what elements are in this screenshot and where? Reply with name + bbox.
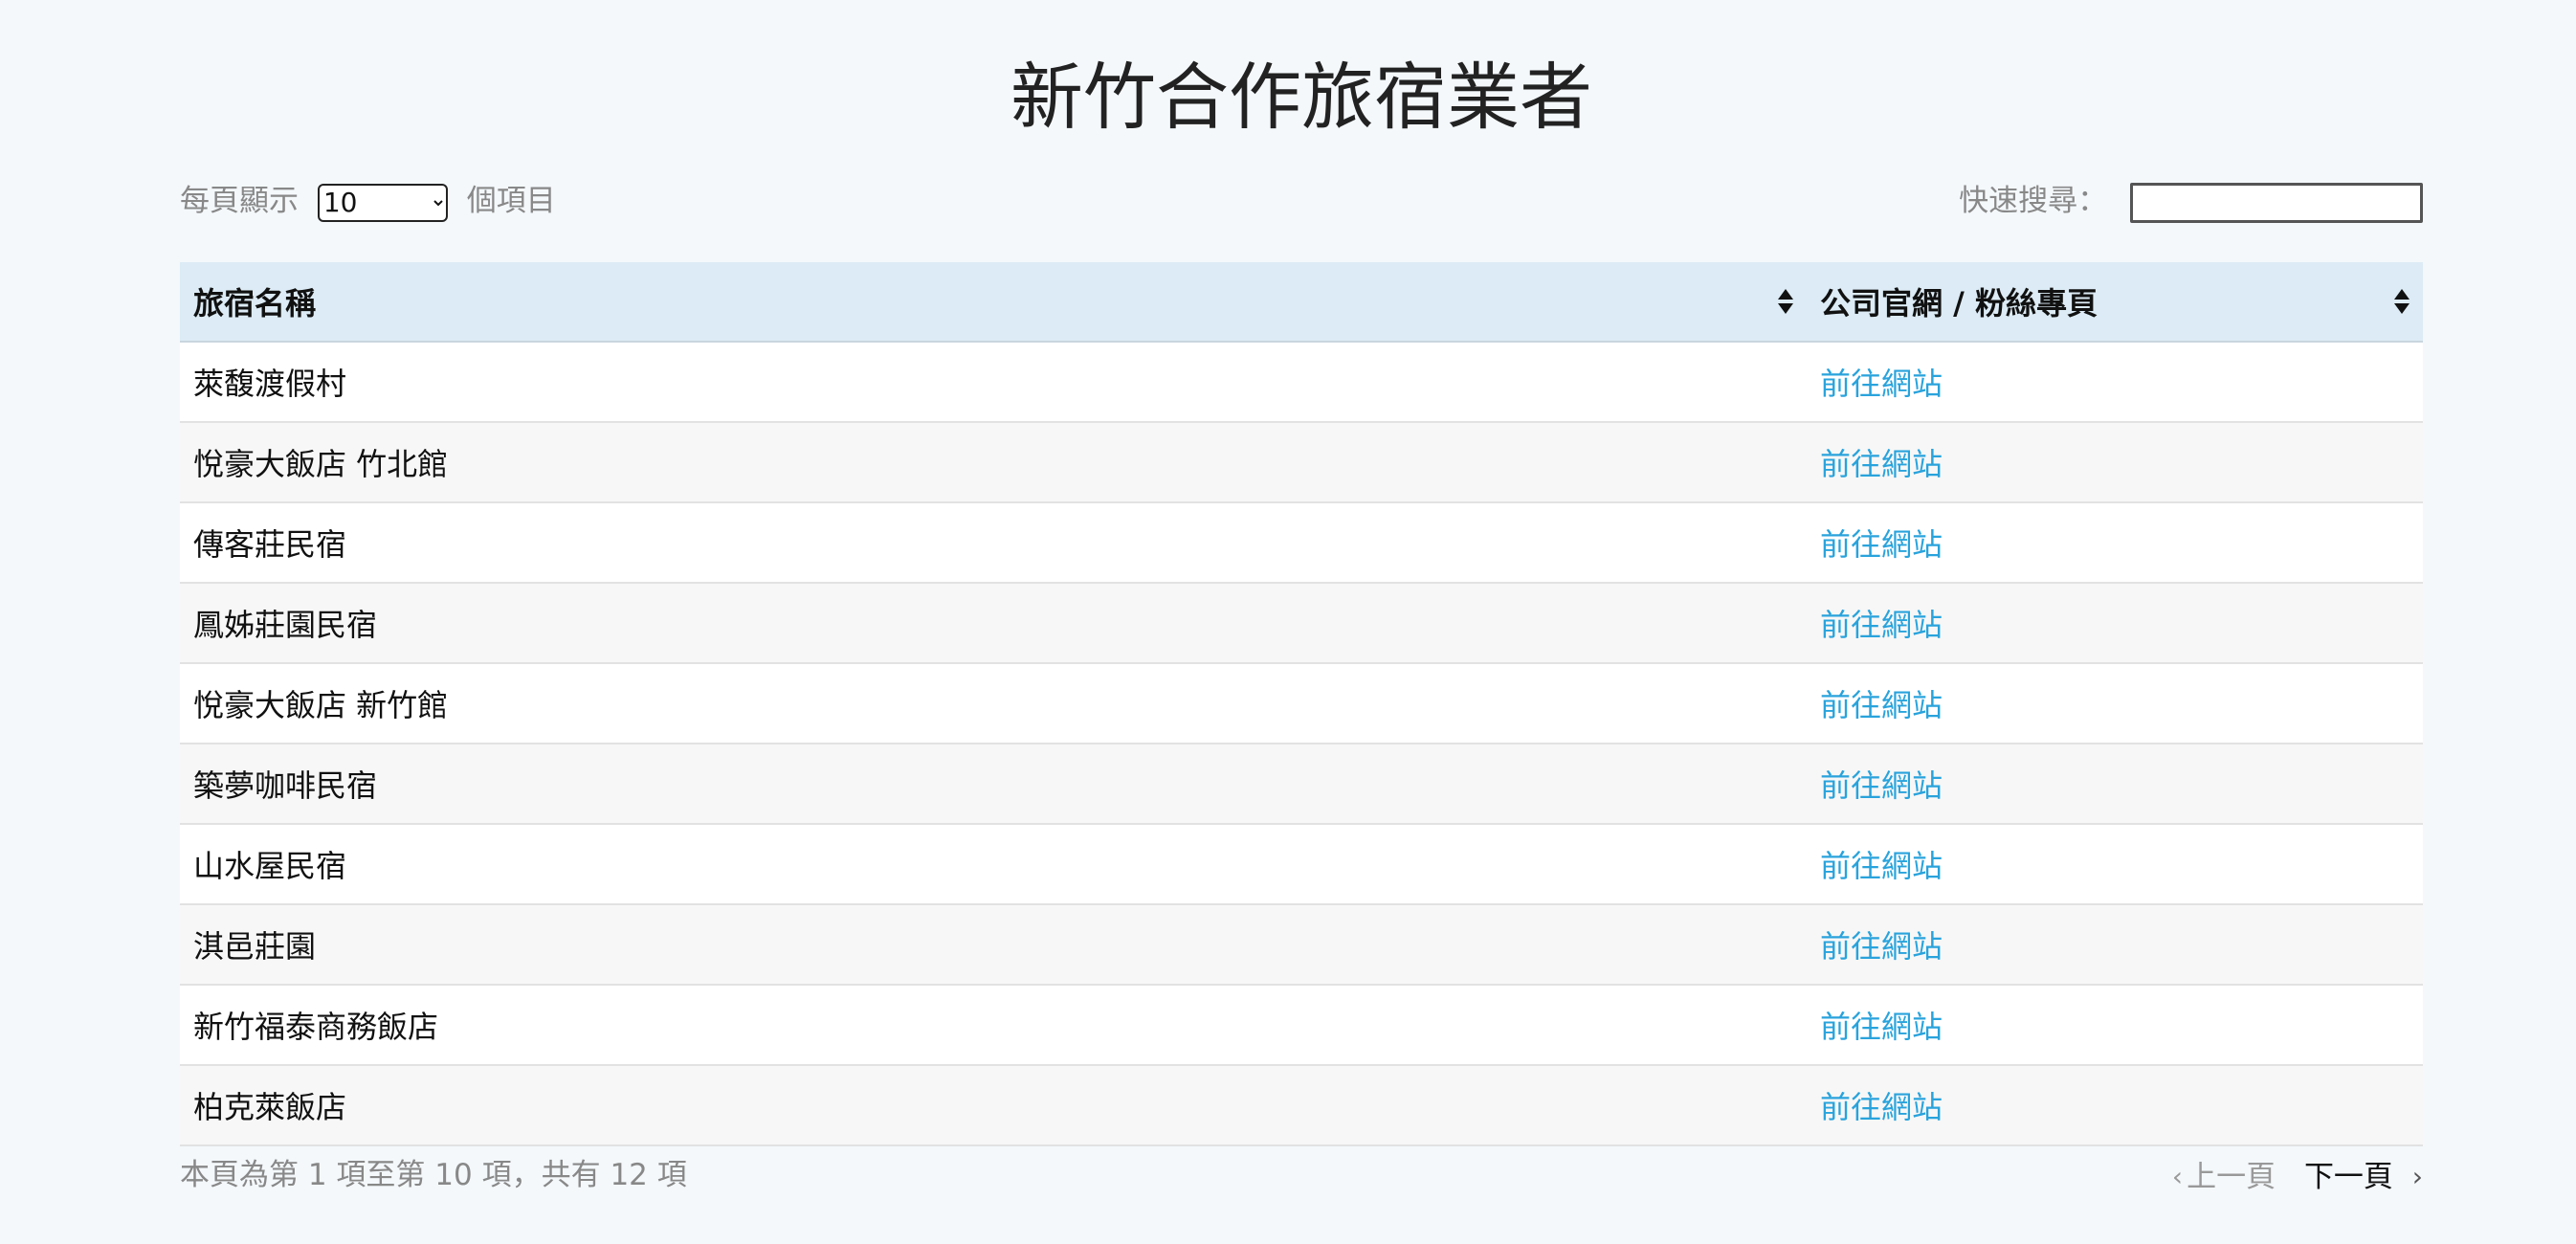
column-header-website-label: 公司官網 / 粉絲專頁 [1820,285,2098,322]
website-link[interactable]: 前往網站 [1820,687,1943,723]
website-cell: 前往網站 [1807,663,2423,744]
website-link[interactable]: 前往網站 [1820,1009,1943,1045]
chevron-left-icon: ‹ [2171,1161,2184,1193]
table-controls: 每頁顯示 10 個項目 快速搜尋： [180,178,2423,224]
website-cell: 前往網站 [1807,502,2423,584]
website-cell: 前往網站 [1807,1065,2423,1146]
table-row: 傳客莊民宿 前往網站 [180,502,2423,584]
column-header-name[interactable]: 旅宿名稱 [180,262,1807,343]
page-wrapper: 新竹合作旅宿業者 每頁顯示 10 個項目 快速搜尋： 旅宿名稱 公司官網 / 粉… [180,0,2423,1194]
website-cell: 前往網站 [1807,422,2423,503]
hotel-name: 鳳姊莊園民宿 [180,583,1807,664]
column-header-website[interactable]: 公司官網 / 粉絲專頁 [1807,262,2423,343]
hotel-table: 旅宿名稱 公司官網 / 粉絲專頁 萊馥渡假村 前往網站 悅豪大飯店 竹北館 前往… [180,262,2423,1146]
hotel-name: 悅豪大飯店 竹北館 [180,422,1807,503]
website-cell: 前往網站 [1807,744,2423,825]
website-cell: 前往網站 [1807,824,2423,905]
website-cell: 前往網站 [1807,985,2423,1066]
page-title: 新竹合作旅宿業者 [1010,55,1592,140]
next-page-button[interactable]: 下一頁 [2304,1155,2393,1199]
table-info: 本頁為第 1 項至第 10 項，共有 12 項 [180,1158,687,1192]
website-link[interactable]: 前往網站 [1820,366,1943,402]
table-row: 柏克萊飯店 前往網站 [180,1065,2423,1146]
website-link[interactable]: 前往網站 [1820,767,1943,804]
website-link[interactable]: 前往網站 [1820,446,1943,482]
chevron-right-icon: › [2411,1160,2423,1192]
sort-icon [1778,289,1793,314]
table-row: 山水屋民宿 前往網站 [180,824,2423,905]
hotel-name: 山水屋民宿 [180,824,1807,905]
hotel-name: 傳客莊民宿 [180,502,1807,584]
table-row: 新竹福泰商務飯店 前往網站 [180,985,2423,1066]
website-link[interactable]: 前往網站 [1820,928,1943,965]
search-label: 快速搜尋： [1959,184,2108,218]
website-cell: 前往網站 [1807,583,2423,664]
page-length-suffix: 個項目 [466,184,556,218]
website-link[interactable]: 前往網站 [1820,1089,1943,1125]
website-link[interactable]: 前往網站 [1820,607,1943,643]
website-cell: 前往網站 [1807,904,2423,986]
table-header-row: 旅宿名稱 公司官網 / 粉絲專頁 [180,262,2423,343]
website-cell: 前往網站 [1807,342,2423,423]
table-row: 淇邑莊園 前往網站 [180,904,2423,986]
page-length-control: 每頁顯示 10 個項目 [180,178,556,224]
website-link[interactable]: 前往網站 [1820,848,1943,884]
column-header-name-label: 旅宿名稱 [193,285,317,322]
table-footer: 本頁為第 1 項至第 10 項，共有 12 項 ‹ 上一頁 下一頁 › [180,1154,2423,1196]
table-row: 悅豪大飯店 新竹館 前往網站 [180,663,2423,744]
hotel-name: 築夢咖啡民宿 [180,744,1807,825]
page-length-select[interactable]: 10 [317,183,448,222]
page-length-prefix: 每頁顯示 [180,184,299,218]
hotel-name: 萊馥渡假村 [180,342,1807,423]
sort-icon [2394,289,2409,314]
website-link[interactable]: 前往網站 [1820,526,1943,563]
table-row: 悅豪大飯店 竹北館 前往網站 [180,422,2423,503]
search-input[interactable] [2130,182,2423,223]
hotel-name: 淇邑莊園 [180,904,1807,986]
previous-page-button[interactable]: ‹ 上一頁 [2172,1155,2276,1199]
previous-page-label: 上一頁 [2187,1160,2276,1195]
quick-search: 快速搜尋： [1959,178,2423,224]
table-row: 萊馥渡假村 前往網站 [180,342,2423,423]
hotel-name: 柏克萊飯店 [180,1065,1807,1146]
table-row: 鳳姊莊園民宿 前往網站 [180,583,2423,664]
hotel-name: 悅豪大飯店 新竹館 [180,663,1807,744]
hotel-name: 新竹福泰商務飯店 [180,985,1807,1066]
pagination: ‹ 上一頁 下一頁 › [2172,1154,2423,1198]
table-row: 築夢咖啡民宿 前往網站 [180,744,2423,825]
next-page-label: 下一頁 [2303,1160,2393,1195]
